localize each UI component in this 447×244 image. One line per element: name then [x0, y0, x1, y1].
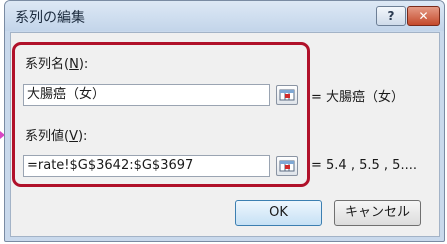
close-button[interactable]: ✕: [407, 6, 440, 26]
title-bar: 系列の編集 ? ✕: [5, 1, 444, 31]
close-icon: ✕: [418, 9, 429, 23]
cancel-button[interactable]: キャンセル: [334, 200, 421, 226]
help-button[interactable]: ?: [376, 6, 406, 26]
series-values-preview: = 5.4 , 5.5 , 5....: [311, 158, 417, 173]
help-icon: ?: [387, 9, 395, 23]
dialog-title: 系列の編集: [15, 10, 85, 26]
ok-button[interactable]: OK: [235, 200, 322, 226]
highlight-box: [12, 42, 310, 187]
series-name-preview: = 大腸癌（女）: [311, 90, 405, 105]
